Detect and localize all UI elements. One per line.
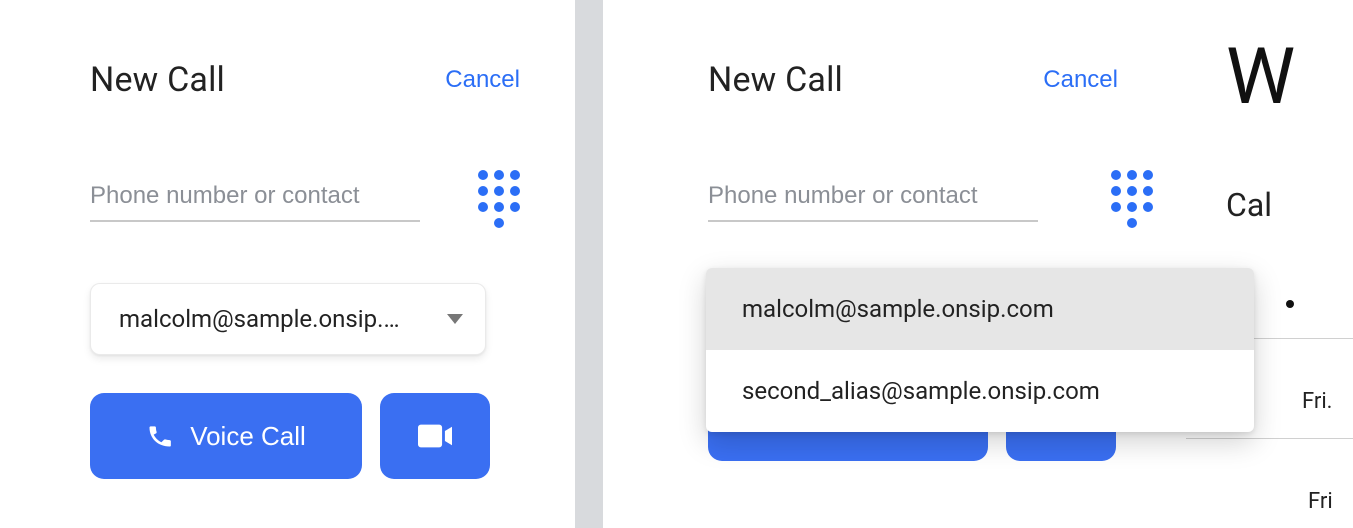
voice-call-button[interactable]: Voice Call bbox=[90, 393, 362, 479]
dialpad-icon-button[interactable] bbox=[478, 170, 520, 228]
from-account-menu: malcolm@sample.onsip.com second_alias@sa… bbox=[706, 268, 1254, 432]
list-divider bbox=[1186, 438, 1353, 439]
dial-input[interactable] bbox=[708, 176, 1038, 222]
from-account-dropdown[interactable]: malcolm@sample.onsip.… bbox=[90, 283, 486, 355]
list-date-fragment: Fri bbox=[1308, 489, 1333, 514]
cancel-button[interactable]: Cancel bbox=[445, 66, 520, 94]
new-call-panel-closed: New Call Cancel malcolm@sample.onsip.… V… bbox=[0, 0, 575, 528]
page-title: New Call bbox=[708, 60, 843, 100]
video-icon bbox=[418, 424, 452, 448]
dialpad-icon-button[interactable] bbox=[1111, 170, 1153, 228]
chevron-down-icon bbox=[447, 314, 463, 324]
panel-divider bbox=[575, 0, 603, 528]
menu-item-0[interactable]: malcolm@sample.onsip.com bbox=[706, 268, 1254, 350]
cancel-button[interactable]: Cancel bbox=[1043, 66, 1118, 94]
page-title: New Call bbox=[90, 60, 225, 100]
menu-item-1[interactable]: second_alias@sample.onsip.com bbox=[706, 350, 1254, 432]
subheading-fragment: Cal bbox=[1226, 186, 1272, 224]
list-bullet-icon bbox=[1286, 300, 1294, 308]
phone-icon bbox=[146, 422, 174, 450]
list-date-fragment: Fri. bbox=[1302, 389, 1333, 414]
voice-call-label: Voice Call bbox=[190, 421, 306, 452]
dropdown-selected-label: malcolm@sample.onsip.… bbox=[119, 305, 400, 333]
video-call-button[interactable] bbox=[380, 393, 490, 479]
dial-input[interactable] bbox=[90, 176, 420, 222]
heading-letter-fragment: W bbox=[1226, 32, 1295, 123]
